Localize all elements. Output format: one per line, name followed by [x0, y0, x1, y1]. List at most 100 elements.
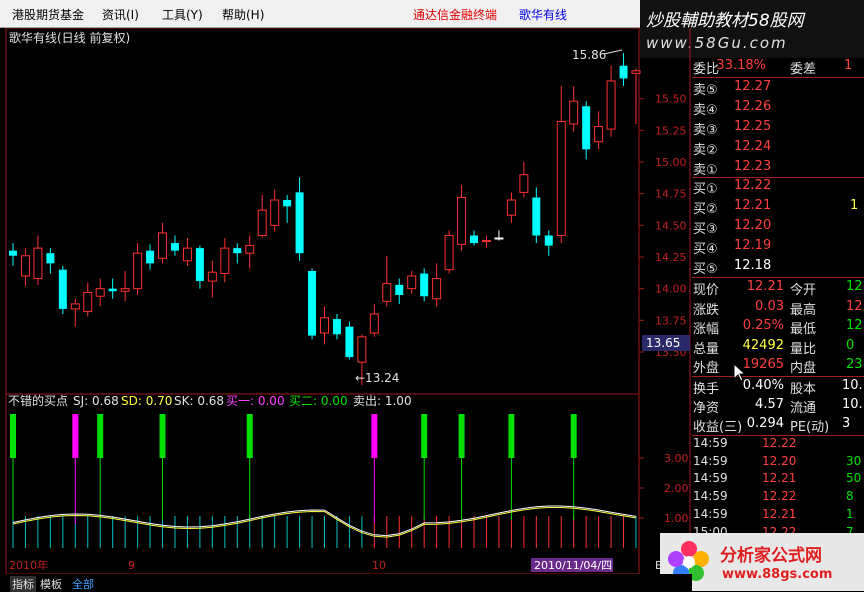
ask-price: 12.27 [734, 79, 772, 94]
candle-body [83, 291, 93, 312]
tab-template[interactable]: 模板 [40, 576, 62, 592]
buy1-signal-bar [72, 414, 79, 458]
stat-row: 涨幅 0.25% 最低 12 [692, 318, 864, 337]
candle-body [257, 209, 267, 236]
candle-body [220, 247, 230, 274]
bottom-tabs: 指标 模板 全部 [0, 574, 692, 592]
bid-price: 12.19 [734, 238, 772, 253]
indicator-buy1: 买一: 0.00 [226, 394, 285, 408]
buy2-signal-bar [458, 414, 465, 458]
stat-row: 现价 12.21 今开 12 [692, 279, 864, 298]
price-tick-label: 14.00 [655, 283, 687, 296]
stat-row: 总量 42492 量比 0 [692, 337, 864, 357]
fund-label2: PE(动) [790, 420, 830, 435]
price-tick-label: 14.25 [655, 251, 687, 264]
menu-help[interactable]: 帮助(H) [222, 6, 264, 23]
fund-value2: 10. [842, 378, 863, 393]
stat-value2: 12 [846, 279, 863, 294]
stat-label: 外盘 [693, 361, 720, 376]
tab-indicator[interactable]: 指标 [10, 576, 36, 592]
link-stock-name[interactable]: 歌华有线 [519, 6, 567, 23]
candle-body [582, 106, 591, 150]
candle-body [70, 303, 80, 310]
bid-price: 12.20 [734, 218, 772, 233]
tick-volume: 8 [846, 489, 854, 504]
candle-body [444, 234, 454, 271]
indicator-sk: SK: 0.68 [174, 394, 224, 408]
ask-label: 卖④ [693, 103, 718, 118]
x-label-year: 2010年 [9, 558, 48, 572]
bid-row: 买③ 12.20 [692, 218, 864, 237]
ask-label: 卖① [693, 163, 718, 178]
candle-body [95, 288, 105, 297]
stat-label2: 量比 [790, 341, 817, 357]
indicator-tick-label: 1.00 [664, 512, 689, 525]
link-tdx-terminal[interactable]: 通达信金融终端 [413, 6, 497, 23]
bid-label: 买④ [693, 242, 718, 257]
price-tick-label: 13.75 [655, 314, 687, 327]
candle-body [33, 247, 43, 280]
ask-label: 卖② [693, 143, 718, 158]
candle-body [295, 192, 304, 254]
quote-divider [692, 77, 864, 78]
stat-label: 涨跌 [693, 302, 720, 318]
indicator-tick-label: 3.00 [664, 452, 689, 465]
candle-body [506, 199, 516, 216]
indicator-axis: 3.00 2.00 1.00 [639, 452, 689, 525]
weibi-label: 委比 [693, 62, 720, 77]
indicator-sd: SD: 0.70 [121, 394, 172, 408]
tick-time: 14:59 [693, 453, 728, 468]
candle-body [207, 271, 217, 282]
price-tick-label: 14.75 [655, 188, 687, 201]
candle-body [420, 273, 429, 297]
bid-label: 买② [693, 202, 718, 217]
candle-body [170, 243, 179, 251]
buy2-signal-bar [97, 414, 104, 458]
ask-label: 卖⑤ [693, 83, 718, 98]
tick-row: 14:59 12.21 50 [692, 471, 864, 489]
stat-value: 0.03 [755, 298, 784, 314]
stat-row: 外盘 19265 内盘 23 [692, 357, 864, 376]
low-price-label: ←13.24 [355, 371, 399, 385]
menu-hk-futures[interactable]: 港股期货基金 [12, 6, 84, 23]
x-cursor-date: 2010/11/04/四 [534, 559, 612, 572]
stat-value2: 0 [846, 337, 855, 353]
menu-bar: 港股期货基金 资讯(I) 工具(Y) 帮助(H) 通达信金融终端 歌华有线 [0, 0, 640, 28]
candle-body [146, 250, 155, 264]
tick-price: 12.20 [762, 453, 797, 468]
weicha-label: 委差 [790, 62, 817, 77]
candle-body [481, 240, 491, 243]
main-chart-frame [5, 28, 640, 395]
menu-info[interactable]: 资讯(I) [102, 6, 139, 23]
tick-row: 14:59 12.22 [692, 436, 864, 454]
candle-body [569, 100, 579, 125]
bid-row: 买⑤ 12.18 [692, 258, 864, 277]
candle-body [519, 174, 529, 193]
bid-row: 买② 12.21 1 [692, 198, 864, 217]
tick-row: 14:59 12.22 8 [692, 489, 864, 507]
bid-price: 12.18 [734, 258, 772, 273]
indicator-plot [10, 414, 637, 548]
stat-value: 42492 [742, 337, 784, 353]
candle-body [158, 232, 168, 259]
bid-label: 买③ [693, 222, 718, 237]
tab-all[interactable]: 全部 [72, 576, 94, 592]
chart-area[interactable]: 歌华有线(日线 前复权) 15.50 15.25 15.00 14.75 14.50 14… [0, 28, 692, 591]
weibi-value: 33.18% [716, 58, 766, 73]
chart-title: 歌华有线(日线 前复权) [9, 30, 130, 45]
price-tick-label: 15.50 [655, 93, 687, 106]
price-tick-label: 15.25 [655, 124, 687, 137]
fund-label: 净资 [693, 401, 720, 416]
buy2-signal-bar [421, 414, 428, 458]
menu-tools[interactable]: 工具(Y) [162, 6, 203, 23]
stat-label2: 内盘 [790, 361, 817, 376]
ask-price: 12.23 [734, 159, 772, 174]
kline-chart[interactable]: 歌华有线(日线 前复权) 15.50 15.25 15.00 14.75 14.50 14… [0, 28, 692, 591]
stat-value: 12.21 [746, 279, 784, 294]
ask-price: 12.24 [734, 139, 772, 154]
watermark-cn: 分析家公式网 [720, 546, 822, 566]
bid-row: 买① 12.22 [692, 178, 864, 197]
candle-body [606, 80, 616, 130]
stat-label2: 今开 [790, 283, 817, 298]
candle-body [308, 270, 317, 336]
